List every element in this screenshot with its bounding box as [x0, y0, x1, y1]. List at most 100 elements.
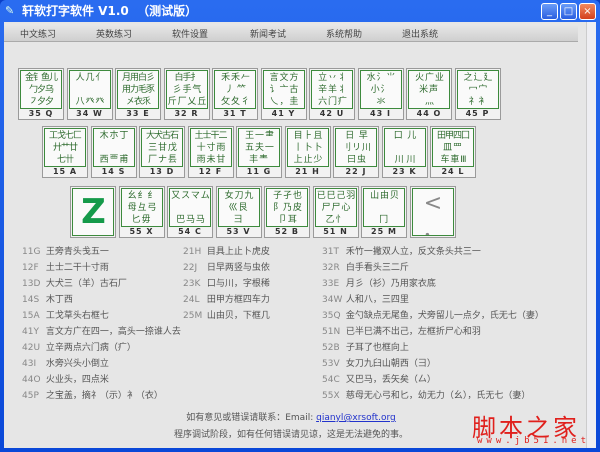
mnemonic-text: 月彡（衫）乃用家衣底 — [345, 279, 436, 289]
key-code: 44 O — [416, 109, 442, 118]
menu-english-practice[interactable]: 英数练习 — [96, 27, 132, 40]
app-icon: ✎ — [5, 4, 15, 17]
key-code: 52 B — [274, 227, 299, 236]
key-code: 51 N — [323, 227, 348, 236]
menu-settings[interactable]: 软件设置 — [172, 27, 208, 40]
key-code: 11G — [22, 247, 41, 257]
list-item: 14S 木丁西 — [22, 292, 181, 308]
key-code: 14 S — [101, 167, 126, 176]
key-code: 21 H — [295, 167, 320, 176]
key-roots: 王 一 ⺻ 五 夫 一 丰 龶 — [238, 128, 280, 167]
root-list-left: 11G 王旁青头戋五一 12F 土士二干十寸雨 13D 大犬三（羊）古石厂 14S 木… — [22, 244, 181, 404]
contact-text: 如有意见或错误请联系：Email: — [186, 413, 314, 423]
key-14-s[interactable]: 木 朩 丁 西 覀 甫 14 S — [90, 126, 137, 178]
key-55-x[interactable]: 幺 纟 纟 母 彑 弓 匕 毋 55 X — [118, 186, 165, 238]
menu-exit[interactable]: 退出系统 — [402, 27, 438, 40]
key-35-q[interactable]: 金钅鱼儿 勹夕乌 ㇇夕夕 35 Q — [18, 68, 64, 120]
key-code: 23 K — [392, 167, 417, 176]
key-44-o[interactable]: 火 广 业 米 声 灬 44 O — [406, 68, 452, 120]
key-code: 43 I — [370, 109, 391, 118]
key-15-a[interactable]: 工戈七匚 廾艹廿 七卄 15 A — [42, 126, 88, 178]
key-roots: 水 氵 ⺌ 小 氵 氺 — [359, 70, 402, 109]
list-item: 43I 水旁兴头小倒立 — [22, 356, 181, 372]
key-54-c[interactable]: 又 ス マ ム 巴 马 马 54 C — [167, 186, 213, 238]
key-comma[interactable]: < ， — [409, 186, 456, 238]
list-item: 33E 月彡（衫）乃用家衣底 — [322, 276, 544, 292]
key-43-i[interactable]: 水 氵 ⺌ 小 氵 氺 43 I — [357, 68, 404, 120]
key-code: 33 E — [126, 109, 150, 118]
mnemonic-text: 又巴马，丢矢矣（厶） — [345, 375, 436, 385]
maximize-button[interactable]: □ — [560, 3, 577, 20]
key-code: 55X — [322, 391, 340, 401]
key-z[interactable]: Z — [70, 186, 116, 238]
key-22-j[interactable]: 日 早 刂 リ 川 曰 虫 22 J — [333, 126, 379, 178]
key-code: 53 V — [226, 227, 251, 236]
key-roots: 已 巳 己 羽 尸 尸 心 乙 忄 — [314, 188, 357, 227]
key-31-t[interactable]: 禾 禾 𠂉 丿 ⺮ 攵 夂 彳 31 T — [212, 68, 258, 120]
mnemonic-text: 山由贝，下框几 — [206, 311, 270, 321]
root-list-right: 31T 禾竹一撇双人立，反文条头共三一 32R 白手看头三二斤 33E 月彡（衫）乃… — [322, 244, 544, 404]
key-51-n[interactable]: 已 巳 己 羽 尸 尸 心 乙 忄 51 N — [312, 186, 359, 238]
mnemonic-text: 火业头，四点米 — [45, 375, 109, 385]
menu-exam[interactable]: 新闻考试 — [250, 27, 286, 40]
key-code: 14S — [22, 295, 40, 305]
window-title: 轩软打字软件 V1.0 （测试版） — [22, 4, 198, 18]
key-42-u[interactable]: 立 丷 丬 辛 羊 丬 六 门 疒 42 U — [309, 68, 355, 120]
key-41-y[interactable]: 言 文 方 讠 亠 古 乀 ， 圭 41 Y — [260, 68, 307, 120]
mnemonic-text: 田甲方框四车力 — [206, 295, 270, 305]
key-code: 45 P — [465, 109, 490, 118]
key-roots: 人 几 亻 八 癶 癶 — [68, 70, 111, 109]
close-button[interactable]: × — [579, 3, 596, 20]
menu-help[interactable]: 系统帮助 — [326, 27, 362, 40]
key-code: 54 C — [178, 227, 202, 236]
key-code: 35Q — [322, 311, 341, 321]
key-11-g[interactable]: 王 一 ⺻ 五 夫 一 丰 龶 11 G — [236, 126, 282, 178]
key-45-p[interactable]: 之 辶 廴 冖 宀 礻 衤 45 P — [454, 68, 501, 120]
key-code: 31 T — [223, 109, 247, 118]
mnemonic-text: 口与川，字根稀 — [206, 279, 270, 289]
key-23-k[interactable]: 口 儿 川 川 23 K — [381, 126, 428, 178]
key-13-d[interactable]: 大犬古石 三 甘 戊 厂 ナ 镸 13 D — [139, 126, 185, 178]
key-roots: 子 孑 也 阝 乃 皮 卩 耳 — [266, 188, 308, 227]
key-53-v[interactable]: 女 刀 九 巛 艮 彐 53 V — [215, 186, 262, 238]
key-roots: 禾 禾 𠂉 丿 ⺮ 攵 夂 彳 — [214, 70, 256, 109]
key-roots: 月用白彡 用力毛豕 㐅衣乑 — [117, 70, 159, 109]
key-code: 23K — [183, 279, 201, 289]
mnemonic-text: 王旁青头戋五一 — [45, 247, 109, 257]
key-code: 13D — [22, 279, 41, 289]
key-32-r[interactable]: 白手扌 彡 手 气 斤 厂 乂 丘 32 R — [163, 68, 210, 120]
scrollbar[interactable] — [586, 22, 596, 448]
mnemonic-text: 禾竹一撇双人立，反文条头共三一 — [345, 247, 481, 257]
menu-chinese-practice[interactable]: 中文练习 — [20, 27, 56, 40]
key-code: 33E — [322, 279, 340, 289]
key-code: 42 U — [319, 109, 345, 118]
key-roots: 白手扌 彡 手 气 斤 厂 乂 丘 — [165, 70, 208, 109]
key-code: 31T — [322, 247, 339, 257]
key-34-w[interactable]: 人 几 亻 八 癶 癶 34 W — [66, 68, 113, 120]
app-window: ✎ 轩软打字软件 V1.0 （测试版） _ □ × 中文练习 英数练习 软件设置… — [0, 0, 600, 452]
mnemonic-text: 言文方广在四一，高头一捺谁人去 — [45, 327, 181, 337]
list-item: 15A 工戈草头右框七 — [22, 308, 181, 324]
email-link[interactable]: qianyl@xrsoft.org — [316, 413, 396, 423]
key-code: 32R — [322, 263, 340, 273]
mnemonic-text: 人和八，三四里 — [345, 295, 409, 305]
list-item: 54C 又巴马，丢矢矣（厶） — [322, 372, 544, 388]
mnemonic-text: 白手看头三二斤 — [345, 263, 409, 273]
mnemonic-text: 女刀九臼山朝西（彐） — [345, 359, 436, 369]
list-item: 53V 女刀九臼山朝西（彐） — [322, 356, 544, 372]
key-33-e[interactable]: 月用白彡 用力毛豕 㐅衣乑 33 E — [115, 68, 161, 120]
list-item: 31T 禾竹一撇双人立，反文条头共三一 — [322, 244, 544, 260]
key-roots: 目 ⺊ 且 丨 卜 卜 上 止 少 — [286, 128, 329, 167]
key-roots: 山 由 贝 冂 — [363, 188, 405, 227]
key-52-b[interactable]: 子 孑 也 阝 乃 皮 卩 耳 52 B — [264, 186, 310, 238]
key-code: 41 Y — [271, 109, 296, 118]
key-roots: 女 刀 九 巛 艮 彐 — [217, 188, 260, 227]
mnemonic-text: 立辛两点六门病（疒） — [45, 343, 136, 353]
list-item: 22J 日早两竖与虫依 — [183, 260, 270, 276]
key-24-l[interactable]: 田甲四囗 皿 罒 车 車 Ⅲ 24 L — [430, 126, 476, 178]
key-25-m[interactable]: 山 由 贝 冂 25 M — [361, 186, 407, 238]
key-21-h[interactable]: 目 ⺊ 且 丨 卜 卜 上 止 少 21 H — [284, 126, 331, 178]
key-12-f[interactable]: 土士干二 十 寸 雨 雨 未 甘 12 F — [187, 126, 234, 178]
minimize-button[interactable]: _ — [541, 3, 558, 20]
key-code: 54C — [322, 375, 340, 385]
